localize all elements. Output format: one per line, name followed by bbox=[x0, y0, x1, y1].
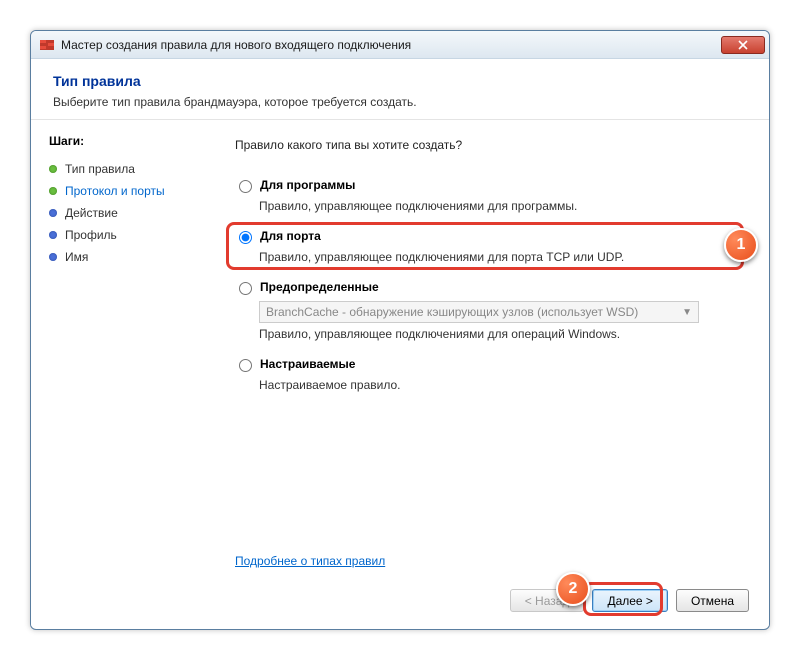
firewall-icon bbox=[39, 37, 55, 53]
option-port-label: Для порта bbox=[260, 229, 321, 243]
annotation-marker-1: 1 bbox=[724, 228, 758, 262]
radio-port[interactable] bbox=[239, 231, 252, 244]
titlebar: Мастер создания правила для нового входя… bbox=[31, 31, 769, 59]
help-link-area: Подробнее о типах правил bbox=[235, 554, 385, 568]
radio-custom[interactable] bbox=[239, 359, 252, 372]
option-custom-desc: Настраиваемое правило. bbox=[259, 378, 745, 392]
step-rule-type[interactable]: Тип правила bbox=[49, 158, 201, 180]
step-label: Тип правила bbox=[65, 162, 135, 176]
cancel-button[interactable]: Отмена bbox=[676, 589, 749, 612]
step-action[interactable]: Действие bbox=[49, 202, 201, 224]
body: Шаги: Тип правила Протокол и порты Дейст… bbox=[31, 120, 769, 626]
annotation-marker-2: 2 bbox=[556, 572, 590, 606]
sidebar: Шаги: Тип правила Протокол и порты Дейст… bbox=[31, 120, 211, 626]
bullet-icon bbox=[49, 253, 57, 261]
next-button[interactable]: Далее > bbox=[592, 589, 668, 612]
button-bar: < Назад Далее > Отмена bbox=[510, 589, 749, 612]
header: Тип правила Выберите тип правила брандма… bbox=[31, 59, 769, 120]
step-label: Действие bbox=[65, 206, 118, 220]
option-port-desc: Правило, управляющее подключениями для п… bbox=[259, 250, 745, 264]
bullet-icon bbox=[49, 165, 57, 173]
chevron-down-icon: ▼ bbox=[682, 307, 692, 318]
radio-program[interactable] bbox=[239, 180, 252, 193]
bullet-icon bbox=[49, 209, 57, 217]
option-custom-label: Настраиваемые bbox=[260, 357, 355, 371]
step-profile[interactable]: Профиль bbox=[49, 224, 201, 246]
step-label: Профиль bbox=[65, 228, 117, 242]
option-program-desc: Правило, управляющее подключениями для п… bbox=[259, 199, 745, 213]
option-predefined-label: Предопределенные bbox=[260, 280, 379, 294]
steps-heading: Шаги: bbox=[49, 134, 201, 148]
content-panel: Правило какого типа вы хотите создать? Д… bbox=[211, 120, 769, 626]
close-button[interactable] bbox=[721, 36, 765, 54]
page-subtitle: Выберите тип правила брандмауэра, которо… bbox=[53, 95, 747, 109]
step-label: Протокол и порты bbox=[65, 184, 165, 198]
predefined-select-value: BranchCache - обнаружение кэширующих узл… bbox=[266, 305, 638, 319]
page-title: Тип правила bbox=[53, 73, 747, 89]
step-label: Имя bbox=[65, 250, 88, 264]
option-predefined[interactable]: Предопределенные bbox=[235, 278, 745, 297]
bullet-icon bbox=[49, 231, 57, 239]
wizard-window: Мастер создания правила для нового входя… bbox=[30, 30, 770, 630]
close-icon bbox=[738, 40, 748, 50]
step-protocol-ports[interactable]: Протокол и порты bbox=[49, 180, 201, 202]
predefined-select: BranchCache - обнаружение кэширующих узл… bbox=[259, 301, 699, 323]
radio-predefined[interactable] bbox=[239, 282, 252, 295]
option-predefined-desc: Правило, управляющее подключениями для о… bbox=[259, 327, 745, 341]
option-port[interactable]: Для порта bbox=[235, 227, 745, 246]
option-custom[interactable]: Настраиваемые bbox=[235, 355, 745, 374]
learn-more-link[interactable]: Подробнее о типах правил bbox=[235, 554, 385, 568]
option-program[interactable]: Для программы bbox=[235, 176, 745, 195]
option-program-label: Для программы bbox=[260, 178, 355, 192]
step-name[interactable]: Имя bbox=[49, 246, 201, 268]
prompt-text: Правило какого типа вы хотите создать? bbox=[235, 138, 745, 152]
bullet-icon bbox=[49, 187, 57, 195]
window-title: Мастер создания правила для нового входя… bbox=[61, 38, 721, 52]
